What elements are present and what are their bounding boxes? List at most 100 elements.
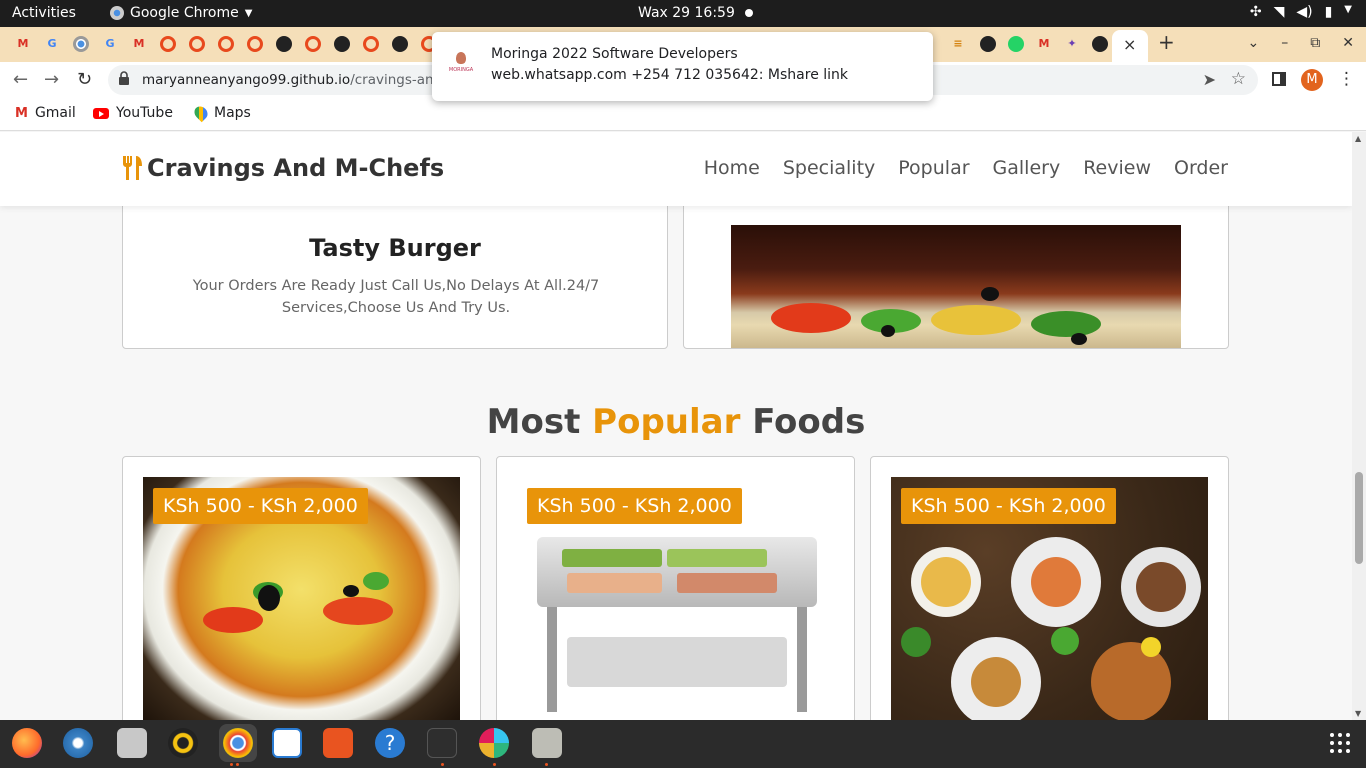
nav-gallery[interactable]: Gallery xyxy=(993,157,1061,179)
wifi-icon: ◥ xyxy=(1273,4,1285,20)
page-scrollbar[interactable]: ▲ ▼ xyxy=(1352,132,1366,720)
whatsapp-notification[interactable]: MORINGA Moringa 2022 Software Developers… xyxy=(432,32,933,101)
restore-icon[interactable]: ⧉ xyxy=(1310,35,1320,51)
taskbar-dock: ? xyxy=(0,720,1366,768)
chrome-icon xyxy=(110,6,124,20)
loading-tab-icon[interactable] xyxy=(305,36,321,52)
app-menu[interactable]: Google Chrome ▼ xyxy=(110,5,252,21)
gmail-tab-icon[interactable]: M xyxy=(131,36,147,52)
notification-body: web.whatsapp.com +254 712 035642: Mshare… xyxy=(491,67,849,83)
pizza-photo xyxy=(731,225,1181,348)
github-tab-icon[interactable] xyxy=(392,36,408,52)
clock[interactable]: Wax 29 16:59 xyxy=(638,5,753,21)
show-apps-icon[interactable] xyxy=(1330,733,1350,753)
send-tab-icon[interactable]: ➤ xyxy=(1203,70,1216,89)
section-title: Most Popular Foods xyxy=(486,402,866,442)
scroll-down-icon[interactable]: ▼ xyxy=(1355,709,1361,718)
whatsapp-tab-icon[interactable] xyxy=(1008,36,1024,52)
food-card[interactable]: KSh 500 - KSh 2,000 xyxy=(870,456,1229,720)
rhythmbox-icon[interactable] xyxy=(168,728,198,758)
terminal-icon[interactable] xyxy=(427,728,457,758)
site-logo[interactable]: Cravings And M-Chefs xyxy=(121,154,444,182)
extension-tab-icon[interactable]: ✦ xyxy=(1064,36,1080,52)
side-panel-icon[interactable] xyxy=(1272,72,1286,86)
new-tab-button[interactable]: + xyxy=(1158,30,1175,54)
google-tab-icon[interactable]: G xyxy=(44,36,60,52)
notification-title: Moringa 2022 Software Developers xyxy=(491,46,738,62)
price-badge: KSh 500 - KSh 2,000 xyxy=(527,488,742,524)
back-icon[interactable]: ← xyxy=(13,69,28,90)
system-tray[interactable]: ✣ ◥ ◀) ▮ ▼ xyxy=(1250,4,1352,20)
archive-icon[interactable] xyxy=(532,728,562,758)
site-nav: Home Speciality Popular Gallery Review O… xyxy=(704,157,1228,179)
speciality-card: Tasty Burger Your Orders Are Ready Just … xyxy=(122,192,668,349)
scroll-up-icon[interactable]: ▲ xyxy=(1355,134,1361,143)
utensils-icon xyxy=(123,156,142,180)
close-tab-icon[interactable]: × xyxy=(1123,35,1136,54)
gmail-tab-icon[interactable]: M xyxy=(1036,36,1052,52)
help-icon[interactable]: ? xyxy=(375,728,405,758)
github-tab-icon[interactable] xyxy=(334,36,350,52)
nav-home[interactable]: Home xyxy=(704,157,760,179)
lock-icon xyxy=(119,71,129,85)
github-tab-icon[interactable] xyxy=(276,36,292,52)
bookmark-youtube[interactable]: YouTube xyxy=(93,105,173,121)
chrome-icon[interactable] xyxy=(223,728,253,758)
github-tab-icon[interactable] xyxy=(980,36,996,52)
tab-search-icon[interactable]: ⌄ xyxy=(1248,35,1260,51)
software-center-icon[interactable] xyxy=(323,728,353,758)
card-title: Tasty Burger xyxy=(309,234,481,262)
minimize-icon[interactable]: – xyxy=(1281,35,1288,51)
volume-icon: ◀) xyxy=(1296,4,1313,20)
card-description: Your Orders Are Ready Just Call Us,No De… xyxy=(192,278,600,316)
google-tab-icon[interactable]: G xyxy=(102,36,118,52)
bookmark-maps[interactable]: Maps xyxy=(191,103,251,123)
nav-speciality[interactable]: Speciality xyxy=(783,157,875,179)
url-text: maryanneanyango99.github.io/cravings-and… xyxy=(142,72,459,88)
scrollbar-thumb[interactable] xyxy=(1355,472,1363,564)
close-window-icon[interactable]: ✕ xyxy=(1342,35,1354,51)
bookmark-star-icon[interactable]: ☆ xyxy=(1231,69,1246,89)
reload-icon[interactable]: ↻ xyxy=(77,69,92,90)
activities-button[interactable]: Activities xyxy=(12,5,76,21)
app-name: Google Chrome xyxy=(130,5,239,21)
moringa-logo-icon: MORINGA xyxy=(446,52,476,82)
speciality-image-card xyxy=(683,192,1229,349)
thunderbird-icon[interactable] xyxy=(63,728,93,758)
slack-icon[interactable] xyxy=(479,728,509,758)
chevron-down-icon: ▼ xyxy=(1344,4,1352,15)
chrome-tab-icon[interactable] xyxy=(73,36,89,52)
nav-order[interactable]: Order xyxy=(1174,157,1228,179)
loading-tab-icon[interactable] xyxy=(247,36,263,52)
loading-tab-icon[interactable] xyxy=(189,36,205,52)
youtube-icon xyxy=(93,107,109,119)
active-tab[interactable]: × xyxy=(1112,30,1148,62)
firefox-icon[interactable] xyxy=(12,728,42,758)
loading-tab-icon[interactable] xyxy=(218,36,234,52)
profile-avatar[interactable]: M xyxy=(1301,69,1323,91)
loading-tab-icon[interactable] xyxy=(160,36,176,52)
chrome-menu-icon[interactable]: ⋮ xyxy=(1338,69,1355,89)
web-page: Cravings And M-Chefs Home Speciality Pop… xyxy=(0,132,1352,720)
price-badge: KSh 500 - KSh 2,000 xyxy=(901,488,1116,524)
files-icon[interactable] xyxy=(117,728,147,758)
gmail-icon: M xyxy=(15,105,28,121)
price-badge: KSh 500 - KSh 2,000 xyxy=(153,488,368,524)
github-tab-icon[interactable] xyxy=(1092,36,1108,52)
window-controls: ⌄ – ⧉ ✕ xyxy=(1248,35,1354,51)
nav-review[interactable]: Review xyxy=(1083,157,1151,179)
battery-icon: ▮ xyxy=(1324,4,1333,20)
gmail-tab-icon[interactable]: M xyxy=(15,36,31,52)
writer-icon[interactable] xyxy=(272,728,302,758)
loading-tab-icon[interactable] xyxy=(363,36,379,52)
bookmark-gmail[interactable]: M Gmail xyxy=(15,105,76,121)
site-header: Cravings And M-Chefs Home Speciality Pop… xyxy=(0,132,1352,206)
nav-popular[interactable]: Popular xyxy=(898,157,969,179)
bookmarks-bar: M Gmail YouTube Maps xyxy=(0,98,1366,131)
forward-icon[interactable]: → xyxy=(44,69,59,90)
notification-dot-icon xyxy=(744,9,753,17)
food-card[interactable]: KSh 500 - KSh 2,000 xyxy=(122,456,481,720)
system-top-bar: Activities Google Chrome ▼ Wax 29 16:59 … xyxy=(0,0,1366,27)
stackoverflow-tab-icon[interactable]: ≡ xyxy=(950,36,966,52)
food-card[interactable]: KSh 500 - KSh 2,000 xyxy=(496,456,855,720)
